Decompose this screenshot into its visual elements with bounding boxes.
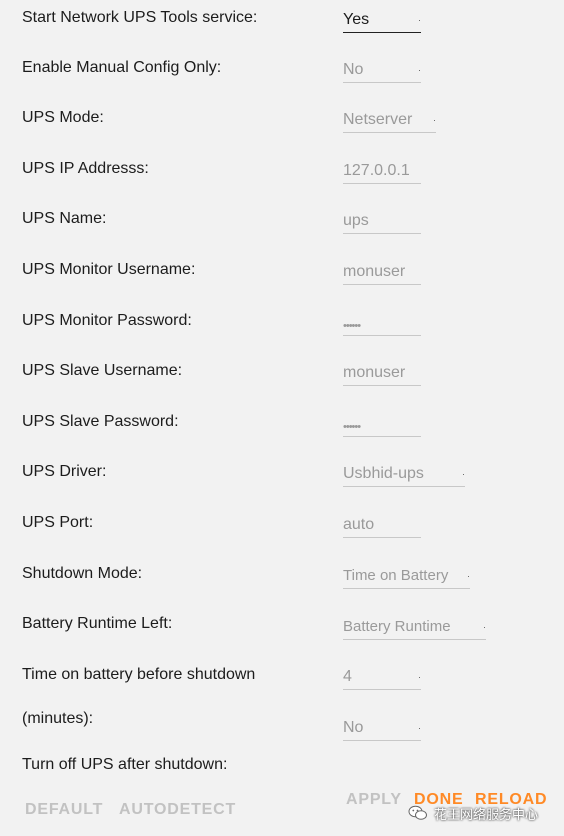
label-battery-runtime-left: Battery Runtime Left:	[22, 615, 173, 632]
label-ups-monitor-password: UPS Monitor Password:	[22, 312, 192, 329]
shutdown-mode-value: Time on Battery	[343, 567, 449, 584]
default-button[interactable]: DEFAULT	[25, 801, 103, 819]
ups-monitor-username-value: monuser	[343, 263, 406, 280]
apply-button[interactable]: APPLY	[346, 791, 402, 809]
ups-driver-value: Usbhid-ups	[343, 465, 424, 482]
dropdown-arrow-icon: ·	[467, 571, 470, 581]
ups-driver-select[interactable]: Usbhid-ups ·	[343, 462, 465, 487]
shutdown-mode-select[interactable]: Time on Battery ·	[343, 564, 470, 589]
ups-name-input[interactable]: ups	[343, 209, 421, 234]
label-shutdown-mode: Shutdown Mode:	[22, 565, 143, 582]
ups-ip-address-value: 127.0.0.1	[343, 162, 410, 179]
label-ups-ip-address: UPS IP Addresss:	[22, 160, 149, 177]
ups-mode-value: Netserver	[343, 111, 413, 128]
manual-config-value: No	[343, 61, 364, 78]
ups-slave-password-value: ••••••	[343, 421, 361, 433]
time-on-battery-value: 4	[343, 668, 352, 685]
ups-monitor-password-value: ••••••	[343, 320, 361, 332]
ups-slave-username-value: monuser	[343, 364, 406, 381]
ups-port-value: auto	[343, 516, 375, 533]
ups-port-input[interactable]: auto	[343, 513, 421, 538]
ups-name-value: ups	[343, 212, 369, 229]
dropdown-arrow-icon: ·	[433, 115, 436, 125]
label-ups-driver: UPS Driver:	[22, 463, 107, 480]
ups-monitor-username-input[interactable]: monuser	[343, 260, 421, 285]
label-ups-port: UPS Port:	[22, 514, 94, 531]
battery-runtime-left-select[interactable]: Battery Runtime ·	[343, 615, 486, 640]
label-ups-slave-username: UPS Slave Username:	[22, 362, 183, 379]
label-start-nut-service: Start Network UPS Tools service:	[22, 9, 258, 26]
dropdown-arrow-icon: ·	[418, 15, 421, 25]
dropdown-arrow-icon: ·	[462, 469, 465, 479]
dropdown-arrow-icon: ·	[418, 65, 421, 75]
ups-slave-username-input[interactable]: monuser	[343, 361, 421, 386]
dropdown-arrow-icon: ·	[418, 672, 421, 682]
label-ups-monitor-username: UPS Monitor Username:	[22, 261, 196, 278]
ups-monitor-password-input[interactable]: ••••••	[343, 311, 421, 336]
ups-ip-address-input[interactable]: 127.0.0.1	[343, 159, 421, 184]
wechat-icon	[408, 805, 427, 820]
watermark: 花王网络服务中心	[408, 803, 538, 823]
ups-mode-select[interactable]: Netserver ·	[343, 108, 436, 133]
label-minutes: (minutes):	[22, 710, 94, 727]
start-nut-service-value: Yes	[343, 11, 370, 28]
label-turn-off-ups: Turn off UPS after shutdown:	[22, 756, 228, 773]
manual-config-select[interactable]: No ·	[343, 58, 421, 83]
start-nut-service-select[interactable]: Yes ·	[343, 8, 421, 33]
label-time-on-battery: Time on battery before shutdown	[22, 666, 256, 683]
label-manual-config: Enable Manual Config Only:	[22, 59, 222, 76]
dropdown-arrow-icon: ·	[483, 622, 486, 632]
autodetect-button[interactable]: AUTODETECT	[119, 801, 236, 819]
time-on-battery-select[interactable]: 4 ·	[343, 665, 421, 690]
dropdown-arrow-icon: ·	[418, 723, 421, 733]
battery-runtime-left-value: Battery Runtime	[343, 618, 451, 635]
turn-off-ups-select[interactable]: No ·	[343, 716, 421, 741]
watermark-text: 花王网络服务中心	[434, 806, 539, 822]
label-ups-slave-password: UPS Slave Password:	[22, 413, 179, 430]
label-ups-mode: UPS Mode:	[22, 109, 104, 126]
label-ups-name: UPS Name:	[22, 210, 107, 227]
turn-off-ups-value: No	[343, 719, 364, 736]
ups-slave-password-input[interactable]: ••••••	[343, 412, 421, 437]
